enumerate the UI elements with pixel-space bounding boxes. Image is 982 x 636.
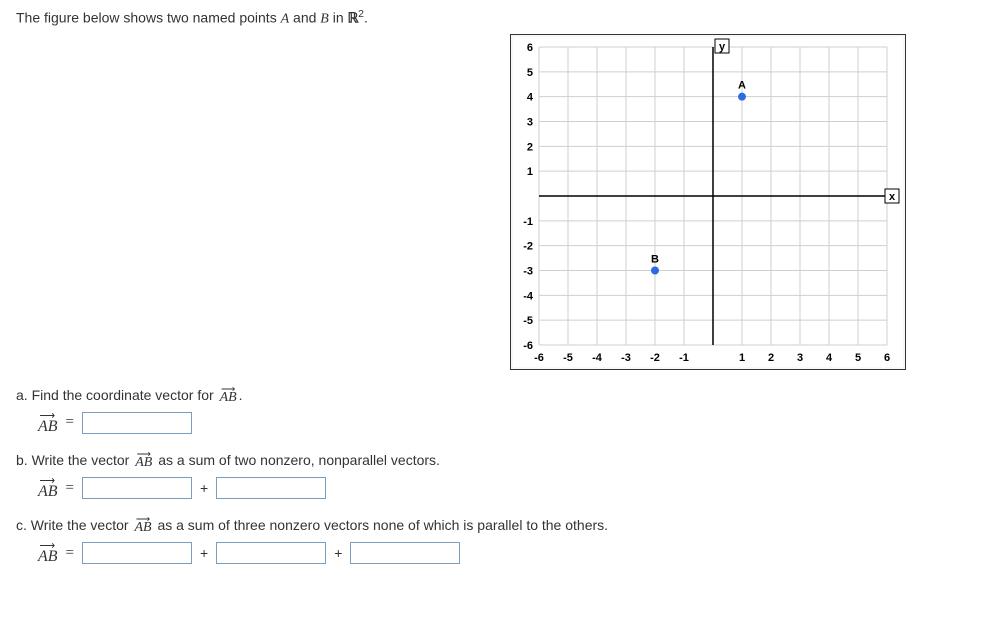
- svg-text:-2: -2: [650, 352, 660, 364]
- intro-and: and: [289, 10, 320, 26]
- intro-text: The figure below shows two named points …: [16, 8, 966, 28]
- svg-text:5: 5: [855, 352, 861, 364]
- svg-text:-1: -1: [679, 352, 689, 364]
- answer-b-input-1[interactable]: [82, 477, 192, 499]
- answer-a-input[interactable]: [82, 412, 192, 434]
- answer-c-input-3[interactable]: [350, 542, 460, 564]
- question-a: a. Find the coordinate vector for ⟶AB.: [16, 386, 966, 403]
- svg-text:1: 1: [527, 166, 533, 178]
- svg-text:B: B: [651, 253, 659, 265]
- svg-text:3: 3: [797, 352, 803, 364]
- svg-text:-4: -4: [523, 290, 534, 302]
- svg-text:-4: -4: [592, 352, 603, 364]
- svg-text:-5: -5: [563, 352, 573, 364]
- ab-vector-label: ⟶AB: [135, 451, 152, 468]
- svg-text:4: 4: [527, 91, 534, 103]
- coordinate-plane: 1 2 3 4 5 6 -6 -5 -4 -3 -2 -1 1 2 3 4 5 6 -6 -5 -4 -3 -2 -1 y x A B: [513, 37, 903, 367]
- ab-vector-label: ⟶AB: [220, 386, 237, 403]
- point-b-ref: B: [320, 12, 329, 27]
- chart-container: 1 2 3 4 5 6 -6 -5 -4 -3 -2 -1 1 2 3 4 5 6 -6 -5 -4 -3 -2 -1 y x A B: [16, 34, 966, 370]
- question-c: c. Write the vector ⟶AB as a sum of thre…: [16, 516, 966, 533]
- svg-text:3: 3: [527, 116, 533, 128]
- svg-text:1: 1: [739, 352, 745, 364]
- svg-text:-3: -3: [621, 352, 631, 364]
- svg-text:x: x: [889, 191, 896, 203]
- svg-text:6: 6: [527, 42, 533, 54]
- intro-prefix: The figure below shows two named points: [16, 10, 281, 26]
- answer-b: ⟶ AB = +: [38, 476, 966, 500]
- ab-vector-label: ⟶AB: [134, 516, 151, 533]
- plus-sign: +: [334, 545, 342, 561]
- plus-sign: +: [200, 480, 208, 496]
- svg-text:4: 4: [826, 352, 833, 364]
- equals-sign: =: [66, 414, 74, 431]
- svg-text:-1: -1: [523, 215, 533, 227]
- plus-sign: +: [200, 545, 208, 561]
- svg-text:-2: -2: [523, 240, 533, 252]
- qa-prefix: a. Find the coordinate vector for: [16, 387, 218, 403]
- intro-period: .: [364, 10, 368, 26]
- qa-suffix: .: [239, 387, 243, 403]
- point-a-ref: A: [281, 12, 290, 27]
- svg-text:-6: -6: [523, 340, 533, 352]
- answer-c: ⟶ AB = + +: [38, 541, 966, 565]
- qb-suffix: as a sum of two nonzero, nonparallel vec…: [154, 452, 440, 468]
- intro-in: in: [329, 10, 348, 26]
- ab-vector-label: ⟶ AB: [38, 476, 58, 500]
- svg-text:2: 2: [768, 352, 774, 364]
- equals-sign: =: [66, 545, 74, 562]
- qb-prefix: b. Write the vector: [16, 452, 133, 468]
- svg-text:-3: -3: [523, 265, 533, 277]
- ab-vector-label: ⟶ AB: [38, 411, 58, 435]
- question-b: b. Write the vector ⟶AB as a sum of two …: [16, 451, 966, 468]
- svg-text:2: 2: [527, 141, 533, 153]
- answer-b-input-2[interactable]: [216, 477, 326, 499]
- svg-text:A: A: [738, 79, 746, 91]
- answer-c-input-1[interactable]: [82, 542, 192, 564]
- svg-text:-5: -5: [523, 315, 533, 327]
- equals-sign: =: [66, 480, 74, 497]
- svg-text:5: 5: [527, 66, 533, 78]
- space-r: ℝ: [348, 12, 359, 27]
- qc-suffix: as a sum of three nonzero vectors none o…: [154, 517, 608, 533]
- qc-prefix: c. Write the vector: [16, 517, 132, 533]
- svg-text:y: y: [719, 41, 726, 53]
- answer-a: ⟶ AB =: [38, 411, 966, 435]
- ab-vector-label: ⟶ AB: [38, 541, 58, 565]
- answer-c-input-2[interactable]: [216, 542, 326, 564]
- svg-text:6: 6: [884, 352, 890, 364]
- svg-text:-6: -6: [534, 352, 544, 364]
- chart-border: 1 2 3 4 5 6 -6 -5 -4 -3 -2 -1 1 2 3 4 5 6 -6 -5 -4 -3 -2 -1 y x A B: [510, 34, 906, 370]
